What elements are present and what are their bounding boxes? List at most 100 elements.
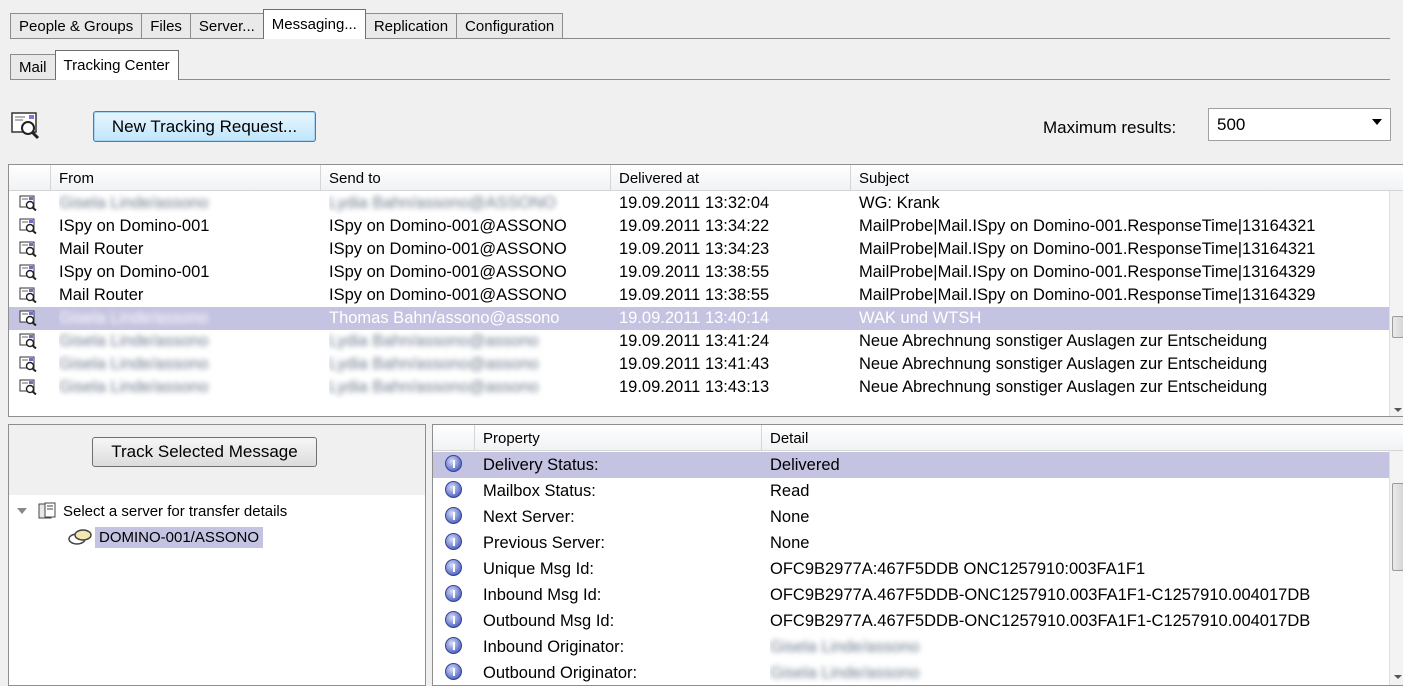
tree-root[interactable]: Select a server for transfer details [15, 501, 287, 521]
cell-send-to: ISpy on Domino-001@ASSONO [329, 240, 567, 258]
cell-delivered-at: 19.09.2011 13:38:55 [619, 286, 770, 304]
table-row[interactable]: ISpy on Domino-001 ISpy on Domino-001@ASS… [9, 261, 1389, 284]
cell-property: Unique Msg Id: [483, 559, 594, 578]
cell-subject: MailProbe|Mail.ISpy on Domino-001.Respon… [859, 217, 1316, 235]
property-row[interactable]: Inbound Msg Id: OFC9B2977A.467F5DDB-ONC12… [433, 582, 1389, 608]
message-list-scrollbar[interactable] [1389, 191, 1403, 416]
cell-send-to: Lydia Bahn/assono@assono [329, 353, 611, 376]
redacted-name: Lydia Bahn/assono@ASSONO [329, 194, 557, 212]
tab-configuration[interactable]: Configuration [456, 13, 564, 39]
scroll-down-arrow-icon[interactable] [1394, 408, 1402, 412]
tree-expand-icon[interactable] [15, 504, 29, 518]
main-tab-strip: People & Groups Files Server... Messagin… [10, 9, 564, 39]
max-results-value: 500 [1217, 114, 1246, 134]
cell-property: Next Server: [483, 507, 575, 526]
column-detail-icon [433, 425, 475, 451]
table-row[interactable]: Gisela Linde/assono Lydia Bahn/assono@ASS… [9, 192, 1389, 215]
tab-people-groups[interactable]: People & Groups [10, 13, 143, 39]
property-row[interactable]: Previous Server: None [433, 530, 1389, 556]
redacted-name: Gisela Linde/assono [59, 309, 209, 327]
cell-subject: Neue Abrechnung sonstiger Auslagen zur E… [859, 332, 1268, 350]
cell-delivered-at: 19.09.2011 13:32:04 [619, 194, 770, 212]
mail-magnifier-icon [11, 112, 40, 140]
redacted-name: Lydia Bahn/assono@assono [329, 332, 539, 350]
max-results-select[interactable]: 500 [1208, 108, 1391, 141]
cell-detail: OFC9B2977A.467F5DDB-ONC1257910.003FA1F1-… [770, 611, 1311, 630]
redacted-name: Gisela Linde/assono [59, 378, 209, 396]
info-icon [445, 455, 462, 472]
cell-property: Outbound Msg Id: [483, 611, 615, 630]
mail-message-icon [19, 264, 37, 280]
cell-from: Gisela Linde/assono [59, 330, 321, 353]
cell-subject: WG: Krank [859, 194, 940, 212]
cell-from: Gisela Linde/assono [59, 307, 321, 330]
cell-send-to: Lydia Bahn/assono@ASSONO [329, 192, 611, 215]
cell-delivered-at: 19.09.2011 13:41:24 [619, 332, 770, 350]
cell-delivered-at: 19.09.2011 13:40:14 [619, 309, 770, 327]
message-list-scroll-thumb[interactable] [1392, 316, 1403, 338]
tab-tracking-center[interactable]: Tracking Center [54, 50, 179, 80]
cell-property: Delivery Status: [483, 455, 599, 474]
cell-property: Mailbox Status: [483, 481, 596, 500]
cell-detail: None [770, 533, 810, 552]
tab-replication[interactable]: Replication [364, 13, 458, 39]
column-property[interactable]: Property [475, 425, 762, 451]
message-list[interactable]: From Send to Delivered at Subject Gisela… [8, 164, 1403, 417]
table-row[interactable]: Mail Router ISpy on Domino-001@ASSONO 19.0… [9, 284, 1389, 307]
route-panel: Track Selected Message Select a server f… [8, 424, 426, 686]
mail-message-icon [19, 333, 37, 349]
info-icon [445, 507, 462, 524]
property-row[interactable]: Outbound Msg Id: OFC9B2977A.467F5DDB-ONC1… [433, 608, 1389, 634]
column-from[interactable]: From [51, 165, 321, 191]
mail-message-icon [19, 218, 37, 234]
mail-message-icon [19, 379, 37, 395]
cell-from: Gisela Linde/assono [59, 353, 321, 376]
tab-server[interactable]: Server... [189, 13, 264, 39]
table-row[interactable]: Gisela Linde/assono Lydia Bahn/assono@ass… [9, 376, 1389, 399]
cell-delivered-at: 19.09.2011 13:34:22 [619, 217, 770, 235]
redacted-name: Gisela Linde/assono [59, 332, 209, 350]
property-row[interactable]: Mailbox Status: Read [433, 478, 1389, 504]
redacted-name: Gisela Linde/assono [59, 355, 209, 373]
redacted-name: Gisela Linde/assono [770, 637, 920, 656]
cell-detail: OFC9B2977A.467F5DDB-ONC1257910.003FA1F1-… [770, 585, 1311, 604]
property-row[interactable]: Delivery Status: Delivered [433, 452, 1389, 478]
cell-property: Inbound Originator: [483, 637, 625, 656]
cell-from: ISpy on Domino-001 [59, 217, 210, 235]
cell-send-to: Lydia Bahn/assono@assono [329, 330, 611, 353]
details-list-scroll-thumb[interactable] [1392, 483, 1403, 571]
column-subject[interactable]: Subject [851, 165, 1403, 191]
details-list[interactable]: Property Detail Delivery Status: Delivere… [432, 424, 1403, 686]
tree-node-domino[interactable]: DOMINO-001/ASSONO [67, 526, 264, 548]
cell-subject: Neue Abrechnung sonstiger Auslagen zur E… [859, 378, 1268, 396]
tab-mail[interactable]: Mail [10, 54, 56, 80]
cell-detail: Delivered [770, 455, 840, 474]
table-row[interactable]: ISpy on Domino-001 ISpy on Domino-001@ASS… [9, 215, 1389, 238]
horizontal-splitter[interactable] [8, 417, 1403, 424]
column-delivered-at[interactable]: Delivered at [611, 165, 851, 191]
cell-send-to: Lydia Bahn/assono@assono [329, 376, 611, 399]
cell-subject: MailProbe|Mail.ISpy on Domino-001.Respon… [859, 240, 1316, 258]
property-row[interactable]: Unique Msg Id: OFC9B2977A:467F5DDB ONC125… [433, 556, 1389, 582]
tab-messaging[interactable]: Messaging... [262, 9, 366, 39]
track-selected-message-button[interactable]: Track Selected Message [92, 437, 317, 467]
tree-root-label: Select a server for transfer details [63, 502, 288, 520]
scroll-down-arrow-icon[interactable] [1394, 675, 1402, 679]
property-row[interactable]: Next Server: None [433, 504, 1389, 530]
details-list-scrollbar[interactable] [1389, 451, 1403, 685]
redacted-name: Lydia Bahn/assono@assono [329, 378, 539, 396]
chevron-down-icon[interactable] [1372, 119, 1382, 125]
column-send-to[interactable]: Send to [321, 165, 611, 191]
table-row[interactable]: Gisela Linde/assono Lydia Bahn/assono@ass… [9, 353, 1389, 376]
property-row[interactable]: Outbound Originator: Gisela Linde/assono [433, 660, 1389, 685]
new-tracking-request-button[interactable]: New Tracking Request... [93, 111, 316, 142]
mail-message-icon [19, 310, 37, 326]
table-row[interactable]: Gisela Linde/assono Thomas Bahn/assono@as… [9, 307, 1389, 330]
redacted-name: Gisela Linde/assono [770, 663, 920, 682]
property-row[interactable]: Inbound Originator: Gisela Linde/assono [433, 634, 1389, 660]
table-row[interactable]: Mail Router ISpy on Domino-001@ASSONO 19.0… [9, 238, 1389, 261]
column-detail[interactable]: Detail [762, 425, 1402, 451]
info-icon [445, 637, 462, 654]
table-row[interactable]: Gisela Linde/assono Lydia Bahn/assono@ass… [9, 330, 1389, 353]
tab-files[interactable]: Files [141, 13, 191, 39]
